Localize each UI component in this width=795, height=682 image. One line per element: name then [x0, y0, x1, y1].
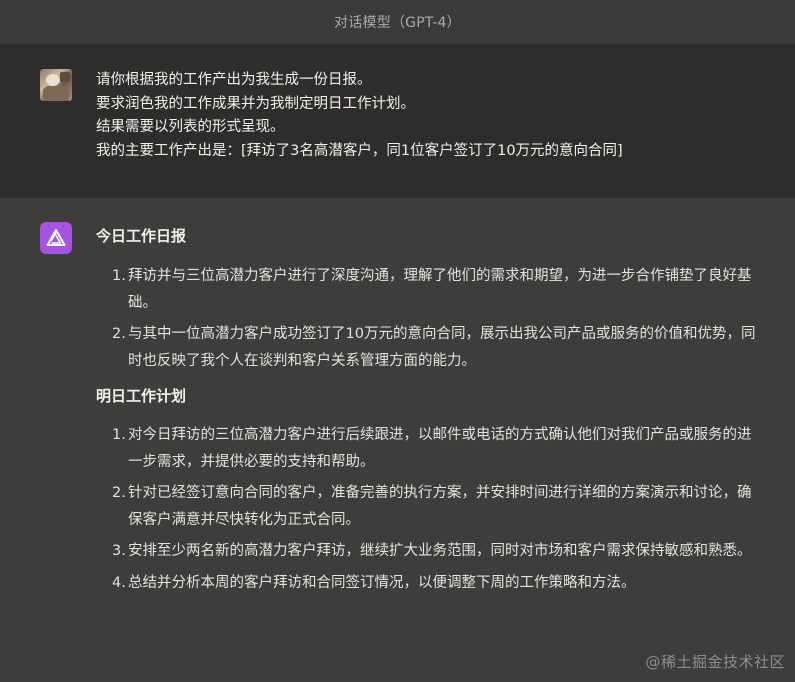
list-item: 1. 对今日拜访的三位高潜力客户进行后续跟进，以邮件或电话的方式确认他们对我们产… — [96, 422, 756, 475]
user-message-line: 请你根据我的工作产出为我生成一份日报。 — [96, 72, 372, 88]
list-item: 3. 安排至少两名新的高潜力客户拜访，继续扩大业务范围，同时对市场和客户需求保持… — [96, 538, 756, 565]
user-message-text: 请你根据我的工作产出为我生成一份日报。 要求润色我的工作成果并为我制定明日工作计… — [96, 69, 623, 163]
list-item: 2. 针对已经签订意向合同的客户，准备完善的执行方案，并安排时间进行详细的方案演… — [96, 480, 756, 533]
assistant-logo-icon — [40, 222, 72, 254]
conversation-title: 对话模型（GPT-4） — [334, 15, 461, 31]
list-item-text: 安排至少两名新的高潜力客户拜访，继续扩大业务范围，同时对市场和客户需求保持敏感和… — [128, 543, 752, 559]
list-item-number: 1. — [112, 427, 126, 443]
user-avatar — [40, 69, 72, 101]
list-item-number: 2. — [112, 485, 126, 501]
list-item-text: 针对已经签订意向合同的客户，准备完善的执行方案，并安排时间进行详细的方案演示和讨… — [128, 485, 752, 528]
watermark: @稀土掘金技术社区 — [645, 653, 785, 671]
tomorrow-plan-list: 1. 对今日拜访的三位高潜力客户进行后续跟进，以邮件或电话的方式确认他们对我们产… — [96, 422, 756, 596]
section-title-tomorrow-plan: 明日工作计划 — [96, 387, 187, 405]
list-item-number: 3. — [112, 543, 126, 559]
list-item-text: 对今日拜访的三位高潜力客户进行后续跟进，以邮件或电话的方式确认他们对我们产品或服… — [128, 427, 752, 470]
user-message-line: 结果需要以列表的形式呈现。 — [96, 119, 285, 135]
list-item-number: 4. — [112, 574, 126, 591]
list-item-text: 总结并分析本周的客户拜访和合同签订情况，以便调整下周的工作策略和方法。 — [128, 574, 636, 591]
user-message-line: 我的主要工作产出是：[拜访了3名高潜客户，同1位客户签订了10万元的意向合同] — [96, 142, 623, 159]
list-item: 4. 总结并分析本周的客户拜访和合同签订情况，以便调整下周的工作策略和方法。 — [96, 570, 756, 597]
assistant-message-content: 今日工作日报 1. 拜访并与三位高潜力客户进行了深度沟通，理解了他们的需求和期望… — [96, 225, 756, 601]
list-item-number: 2. — [112, 326, 126, 342]
list-item-number: 1. — [112, 268, 126, 284]
list-item: 1. 拜访并与三位高潜力客户进行了深度沟通，理解了他们的需求和期望，为进一步合作… — [96, 263, 756, 316]
conversation-header: 对话模型（GPT-4） — [0, 0, 795, 44]
list-item: 2. 与其中一位高潜力客户成功签订了10万元的意向合同，展示出我公司产品或服务的… — [96, 321, 756, 374]
list-item-text: 与其中一位高潜力客户成功签订了10万元的意向合同，展示出我公司产品或服务的价值和… — [128, 326, 756, 369]
user-message-line: 要求润色我的工作成果并为我制定明日工作计划。 — [96, 95, 415, 112]
assistant-message: 今日工作日报 1. 拜访并与三位高潜力客户进行了深度沟通，理解了他们的需求和期望… — [0, 198, 795, 682]
list-item-text: 拜访并与三位高潜力客户进行了深度沟通，理解了他们的需求和期望，为进一步合作铺垫了… — [128, 268, 752, 311]
section-title-today-report: 今日工作日报 — [96, 227, 187, 245]
today-report-list: 1. 拜访并与三位高潜力客户进行了深度沟通，理解了他们的需求和期望，为进一步合作… — [96, 263, 756, 374]
user-message: 请你根据我的工作产出为我生成一份日报。 要求润色我的工作成果并为我制定明日工作计… — [0, 44, 795, 198]
